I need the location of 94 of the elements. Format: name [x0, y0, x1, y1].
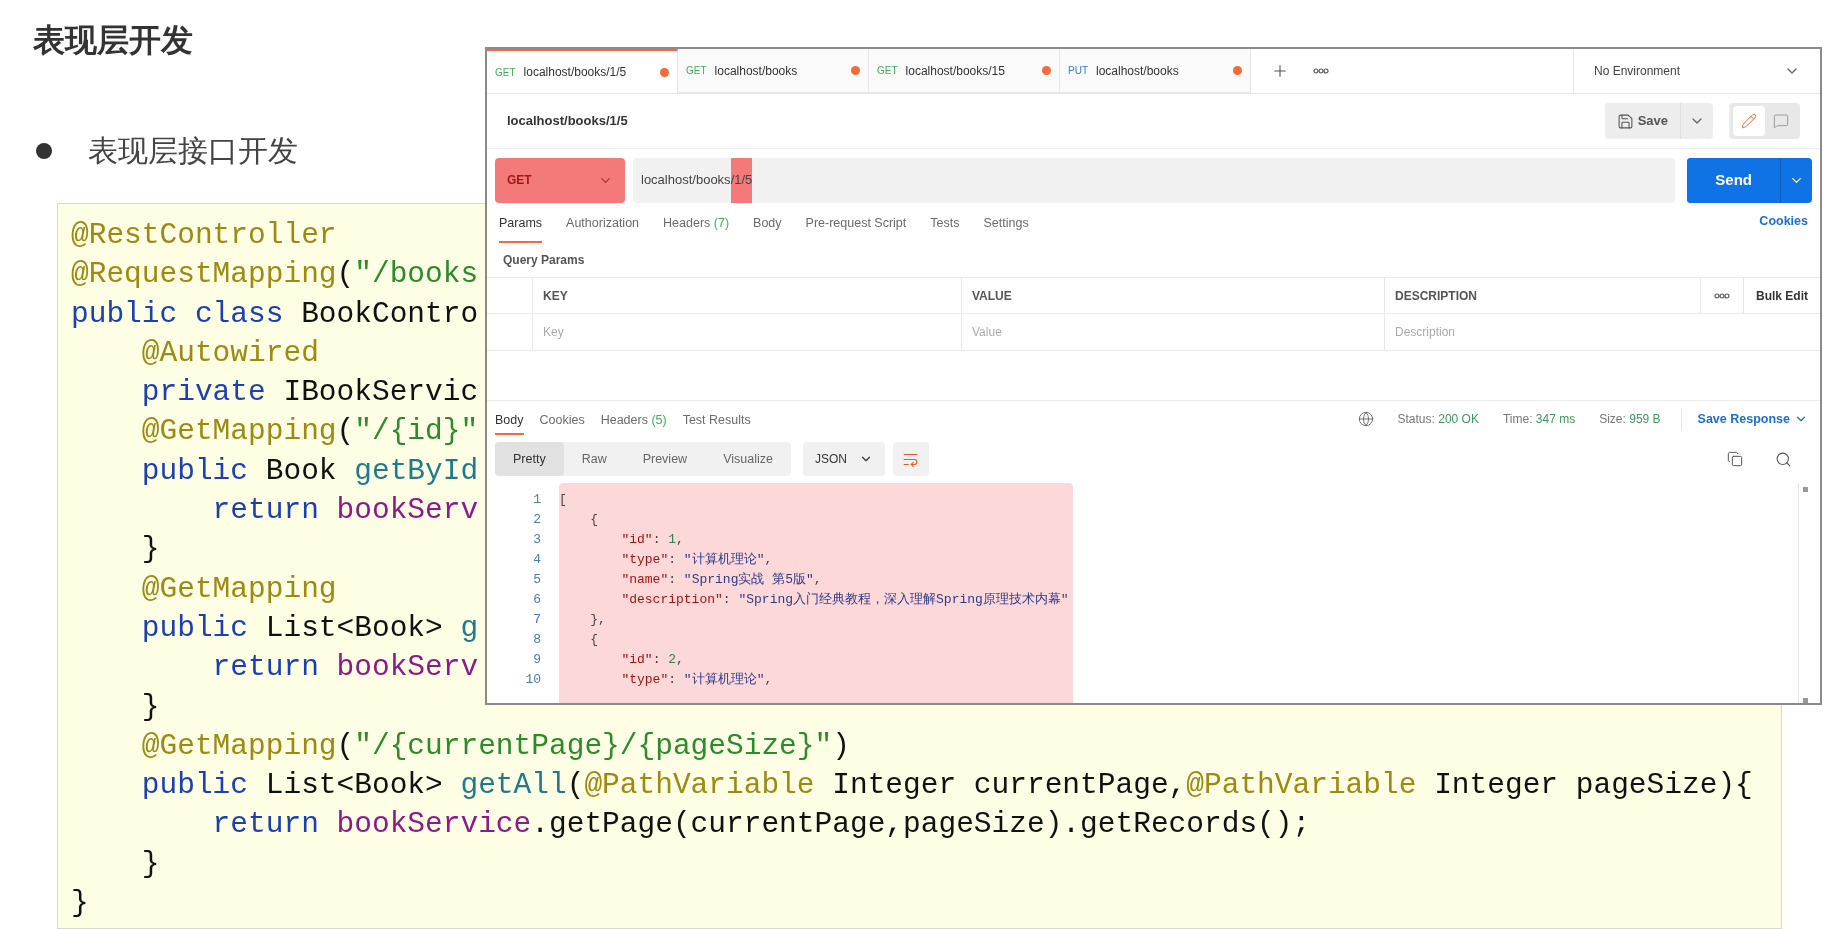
- request-tab[interactable]: GET localhost/books/1/5: [487, 49, 678, 93]
- section-title: Query Params: [503, 252, 585, 269]
- tab-title: localhost/books/15: [905, 62, 1006, 80]
- method-label: GET: [877, 64, 898, 78]
- code-line: @GetMapping: [140, 570, 337, 608]
- column-header: KEY: [533, 278, 962, 313]
- request-section-tab[interactable]: Params: [499, 214, 543, 243]
- method-select[interactable]: GET: [495, 157, 625, 203]
- param-input[interactable]: Description: [1385, 314, 1820, 350]
- save-response-button[interactable]: Save Response: [1697, 409, 1808, 429]
- json-line: "description": "Spring入门经典教程，深入理解Spring原理技术内幕": [620, 591, 1069, 609]
- code-line: public class BookContro: [71, 295, 479, 333]
- code-line: public Book getById: [140, 452, 479, 490]
- url-field[interactable]: localhost/books/1/5: [633, 157, 1676, 203]
- json-line: {: [589, 631, 599, 649]
- request-tab[interactable]: PUT localhost/books: [1060, 49, 1251, 93]
- add-tab-icon[interactable]: [1271, 62, 1289, 80]
- globe-icon[interactable]: [1357, 411, 1374, 427]
- response-stat: Time: 347 ms: [1502, 411, 1576, 428]
- code-line: @RestController: [71, 217, 337, 254]
- wrap-lines-button[interactable]: [892, 442, 929, 476]
- response-tab[interactable]: Headers (5): [600, 402, 667, 436]
- line-number: 2: [533, 511, 541, 529]
- json-line: [: [559, 491, 568, 509]
- column-header: VALUE: [962, 278, 1385, 313]
- environment-select[interactable]: No Environment: [1573, 49, 1820, 93]
- line-number: 9: [533, 651, 541, 669]
- code-line: return bookServ: [211, 649, 479, 687]
- pencil-icon: [1741, 113, 1757, 129]
- comment-icon: [1773, 113, 1789, 129]
- request-tab[interactable]: GET localhost/books: [678, 49, 869, 93]
- tab-title: localhost/books: [1096, 62, 1180, 80]
- code-line: return bookService.getPage(currentPage,pageSize).getRecords();: [211, 806, 1311, 844]
- method-label: PUT: [1068, 64, 1088, 78]
- param-input[interactable]: Key: [533, 314, 962, 350]
- line-number: 7: [533, 611, 541, 629]
- code-line: @RequestMapping("/books: [71, 256, 479, 294]
- request-section-tab[interactable]: Pre-request Script: [805, 214, 907, 243]
- code-line: }: [140, 688, 160, 726]
- request-section-tab[interactable]: Tests: [930, 214, 960, 243]
- more-icon[interactable]: [1313, 68, 1329, 74]
- view-mode-tab[interactable]: Preview: [624, 442, 706, 476]
- code-line: @GetMapping("/{currentPage}/{pageSize}"): [140, 727, 850, 765]
- code-line: public List<Book> getAll(@PathVariable Integer currentPage,@PathVariable Integer pageSize){: [140, 767, 1753, 805]
- response-stat: Size: 959 B: [1599, 411, 1661, 428]
- request-tab[interactable]: GET localhost/books/15: [869, 49, 1060, 93]
- response-tab[interactable]: Test Results: [682, 402, 751, 436]
- request-name: localhost/books/1/5: [507, 112, 629, 131]
- view-mode-tab[interactable]: Visualize: [705, 442, 791, 476]
- column-header: DESCRIPTION: [1385, 278, 1701, 313]
- json-line: "id": 1,: [620, 531, 685, 549]
- view-mode-tab[interactable]: Pretty: [495, 442, 564, 476]
- response-tab[interactable]: Cookies: [539, 402, 585, 436]
- json-line: {: [589, 511, 599, 529]
- code-line: @GetMapping("/{id}": [140, 413, 479, 451]
- json-line: "name": "Spring实战 第5版",: [620, 571, 823, 589]
- line-number: 6: [533, 591, 541, 609]
- line-number: 10: [525, 671, 541, 689]
- json-line: "id": 2,: [620, 651, 685, 669]
- tab-title: localhost/books/1/5: [523, 64, 628, 81]
- method-label: GET: [686, 64, 707, 78]
- bulk-edit-button[interactable]: Bulk Edit: [1744, 278, 1820, 313]
- line-number: 1: [533, 491, 541, 509]
- more-icon[interactable]: [1714, 292, 1730, 299]
- code-line: @Autowired: [140, 334, 319, 372]
- tab-title: localhost/books: [714, 62, 799, 80]
- response-tab[interactable]: Body: [495, 402, 524, 436]
- line-number: 3: [533, 531, 541, 549]
- format-select[interactable]: JSON: [802, 442, 885, 476]
- json-line: "type": "计算机理论",: [620, 671, 774, 689]
- code-line: private IBookServic: [140, 374, 479, 412]
- request-section-tab[interactable]: Headers (7): [663, 214, 730, 243]
- request-section-tab[interactable]: Settings: [983, 214, 1029, 243]
- code-line: }: [71, 885, 89, 923]
- code-line: public List<Book> g: [140, 609, 479, 647]
- cookies-link[interactable]: Cookies: [1759, 212, 1808, 243]
- line-number: 5: [533, 571, 541, 589]
- slide-title: 表现层开发: [33, 20, 193, 60]
- line-number: 8: [533, 631, 541, 649]
- code-line: }: [140, 845, 160, 883]
- line-number: 4: [533, 551, 541, 569]
- copy-icon[interactable]: [1727, 451, 1743, 467]
- request-section-tab[interactable]: Authorization: [566, 214, 640, 243]
- bullet-text: 表现层接口开发: [88, 132, 298, 170]
- method-label: GET: [495, 65, 516, 80]
- code-line: }: [140, 531, 160, 569]
- view-mode-tab[interactable]: Raw: [563, 442, 625, 476]
- json-line: },: [589, 611, 607, 629]
- search-icon[interactable]: [1775, 450, 1792, 468]
- code-line: return bookServ: [211, 492, 479, 530]
- response-stat: Status: 200 OK: [1397, 411, 1479, 428]
- param-input[interactable]: Value: [962, 314, 1385, 350]
- json-line: "type": "计算机理论",: [620, 551, 774, 569]
- request-section-tab[interactable]: Body: [753, 214, 782, 243]
